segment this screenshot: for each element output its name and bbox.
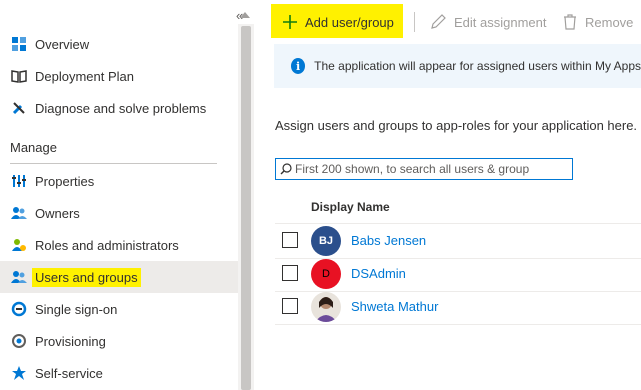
row-checkbox[interactable]	[282, 265, 298, 281]
self-service-icon	[10, 364, 28, 382]
page-description: Assign users and groups to app-roles for…	[275, 118, 638, 133]
edit-assignment-button[interactable]: Edit assignment	[430, 12, 547, 32]
sidebar-item-roles[interactable]: Roles and administrators	[0, 229, 238, 261]
search-placeholder: First 200 shown, to search all users & g…	[295, 162, 530, 176]
sidebar-item-deployment-plan[interactable]: Deployment Plan	[0, 60, 238, 92]
sso-icon	[10, 300, 28, 318]
row-checkbox[interactable]	[282, 232, 298, 248]
user-name-link[interactable]: Shweta Mathur	[351, 299, 438, 314]
owners-icon	[10, 204, 28, 222]
sidebar-item-self-service[interactable]: Self-service	[0, 357, 238, 389]
roles-icon	[10, 236, 28, 254]
row-divider	[275, 324, 641, 325]
sidebar-item-label: Overview	[35, 36, 90, 52]
sidebar-item-label: Diagnose and solve problems	[35, 100, 207, 116]
avatar: BJ	[311, 226, 341, 256]
sidebar-item-label: Roles and administrators	[35, 237, 179, 253]
info-banner-text: The application will appear for assigned…	[314, 59, 641, 73]
avatar: D	[311, 259, 341, 289]
pencil-icon	[430, 14, 446, 30]
sidebar-item-owners[interactable]: Owners	[0, 197, 238, 229]
remove-label: Remove	[585, 14, 634, 30]
user-name-link[interactable]: DSAdmin	[351, 266, 406, 281]
sidebar-item-label: Single sign-on	[35, 301, 118, 317]
avatar-photo	[311, 292, 341, 322]
info-banner: i The application will appear for assign…	[274, 44, 641, 88]
provisioning-icon	[10, 332, 28, 350]
divider	[10, 163, 217, 164]
column-header-display-name[interactable]: Display Name	[311, 200, 390, 214]
sidebar-item-label: Deployment Plan	[35, 68, 134, 84]
search-input[interactable]: First 200 shown, to search all users & g…	[275, 158, 573, 180]
sidebar-item-overview[interactable]: Overview	[0, 28, 238, 60]
table-header-divider	[275, 223, 641, 224]
row-checkbox[interactable]	[282, 298, 298, 314]
scroll-up-icon[interactable]	[240, 12, 250, 18]
plus-icon	[283, 15, 297, 29]
search-icon	[280, 163, 292, 175]
overview-grid-icon	[10, 35, 28, 53]
scrollbar-thumb[interactable]	[241, 26, 251, 390]
sidebar-item-provisioning[interactable]: Provisioning	[0, 325, 238, 357]
sidebar-item-label: Provisioning	[35, 333, 106, 349]
sidebar-item-label: Properties	[35, 173, 95, 189]
sidebar-item-single-sign-on[interactable]: Single sign-on	[0, 293, 238, 325]
sidebar-item-label: Owners	[35, 205, 80, 221]
remove-button[interactable]: Remove	[563, 12, 633, 32]
toolbar-separator	[414, 12, 415, 32]
users-groups-icon	[10, 268, 28, 286]
trash-icon	[563, 14, 577, 30]
add-user-group-label: Add user/group	[305, 14, 394, 30]
sidebar-item-users-and-groups[interactable]: Users and groups	[0, 261, 238, 293]
book-icon	[10, 67, 28, 85]
sidebar-item-label: Users and groups	[32, 267, 141, 287]
info-icon: i	[291, 58, 306, 74]
sidebar-item-diagnose[interactable]: Diagnose and solve problems	[0, 92, 238, 124]
add-user-group-button[interactable]: Add user/group	[283, 12, 394, 32]
edit-assignment-label: Edit assignment	[454, 14, 547, 30]
wrench-icon	[10, 99, 28, 117]
sidebar-item-properties[interactable]: Properties	[0, 165, 238, 197]
sidebar-item-label: Self-service	[35, 365, 103, 381]
properties-icon	[10, 172, 28, 190]
section-manage: Manage	[10, 140, 57, 155]
user-name-link[interactable]: Babs Jensen	[351, 233, 426, 248]
